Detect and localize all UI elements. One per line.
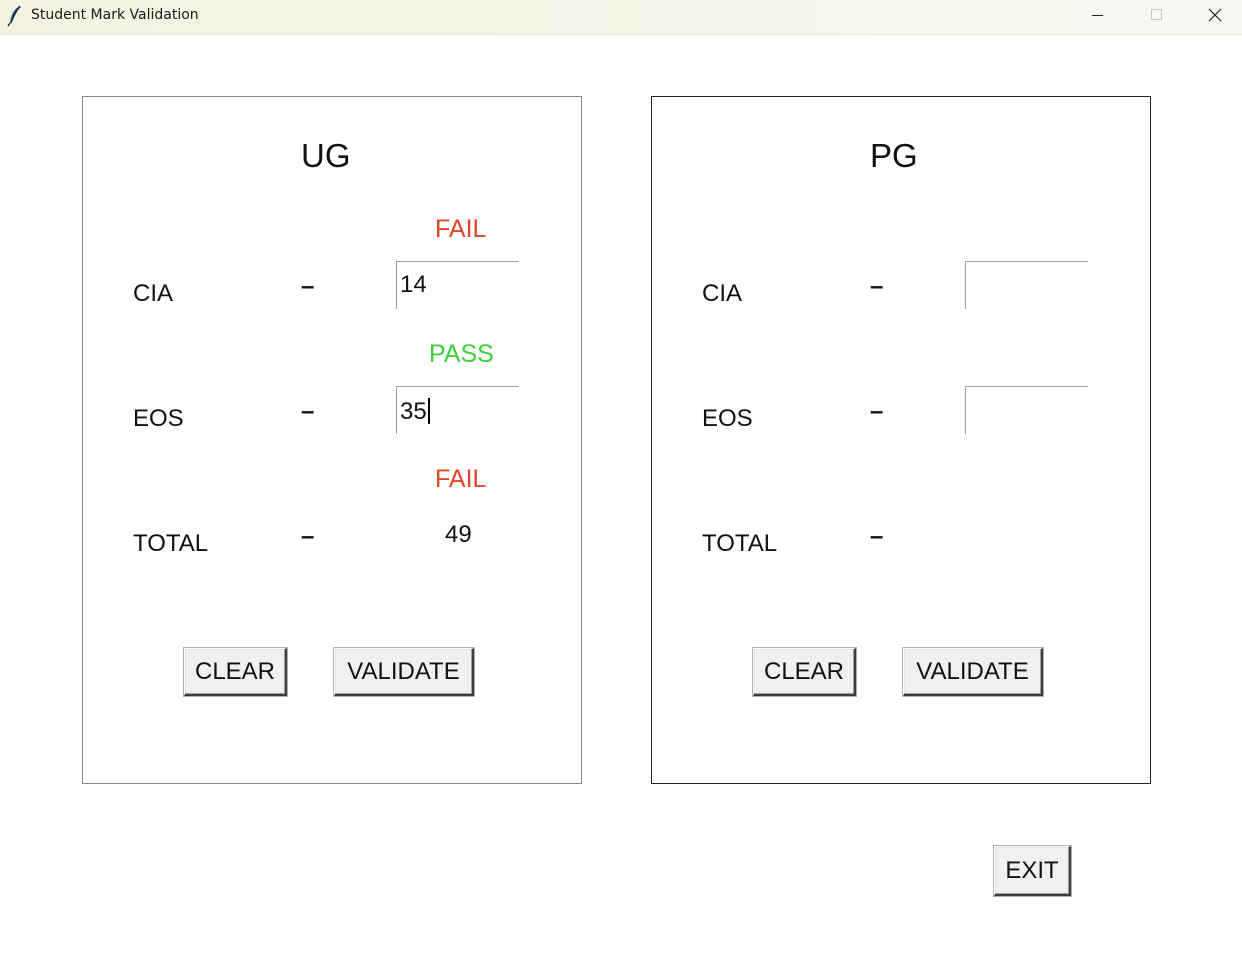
close-icon xyxy=(1208,8,1222,22)
pg-total-label: TOTAL xyxy=(702,530,778,557)
ug-eos-dash: – xyxy=(301,398,315,425)
pg-clear-button[interactable]: CLEAR xyxy=(752,647,857,697)
feather-icon xyxy=(7,5,23,27)
ug-total-value: 49 xyxy=(445,521,472,548)
ug-cia-input[interactable]: 14 xyxy=(396,261,519,309)
close-button[interactable] xyxy=(1186,0,1242,34)
maximize-button[interactable] xyxy=(1127,0,1185,34)
ug-panel: UG FAIL CIA – 14 PASS EOS – 35 FAIL TOTA… xyxy=(82,96,582,784)
title-bar: Student Mark Validation xyxy=(0,0,1242,35)
pg-eos-input[interactable] xyxy=(965,386,1088,434)
window-title: Student Mark Validation xyxy=(31,7,199,23)
exit-button[interactable]: EXIT xyxy=(993,845,1072,897)
ug-eos-value: 35 xyxy=(400,398,427,425)
pg-cia-label: CIA xyxy=(702,280,743,307)
ug-cia-label: CIA xyxy=(133,280,174,307)
pg-eos-label: EOS xyxy=(702,405,753,432)
ug-clear-button[interactable]: CLEAR xyxy=(183,647,288,697)
ug-cia-value: 14 xyxy=(400,271,427,298)
ug-heading: UG xyxy=(301,137,351,174)
pg-cia-dash: – xyxy=(870,273,884,300)
minimize-button[interactable] xyxy=(1069,0,1127,34)
ug-eos-label: EOS xyxy=(133,405,184,432)
pg-eos-dash: – xyxy=(870,398,884,425)
ug-cia-dash: – xyxy=(301,273,315,300)
ug-validate-button[interactable]: VALIDATE xyxy=(333,647,475,697)
pg-heading: PG xyxy=(870,137,918,174)
pg-panel: PG CIA – EOS – TOTAL – CLEAR VALIDATE xyxy=(651,96,1151,784)
pg-validate-button[interactable]: VALIDATE xyxy=(902,647,1044,697)
ug-eos-status: PASS xyxy=(429,340,494,368)
text-caret xyxy=(427,398,430,424)
minimize-icon xyxy=(1092,15,1103,16)
ug-total-label: TOTAL xyxy=(133,530,209,557)
ug-total-status: FAIL xyxy=(435,465,487,493)
pg-total-dash: – xyxy=(870,523,884,550)
ug-eos-input[interactable]: 35 xyxy=(396,386,519,434)
maximize-icon xyxy=(1151,9,1162,20)
pg-cia-input[interactable] xyxy=(965,261,1088,309)
ug-cia-status: FAIL xyxy=(435,215,487,243)
ug-total-dash: – xyxy=(301,523,315,550)
